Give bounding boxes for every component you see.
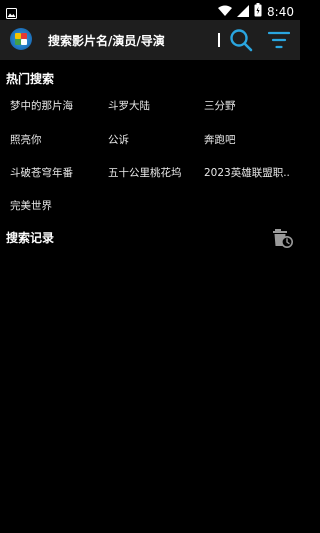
wifi-icon <box>218 2 233 21</box>
trash-clock-icon[interactable] <box>272 227 294 249</box>
hot-search-item[interactable]: 梦中的那片海 <box>10 98 100 113</box>
hot-search-item[interactable]: 斗破苍穹年番 <box>10 165 100 180</box>
hot-search-title: 热门搜索 <box>6 72 55 86</box>
status-bar: 8:40 <box>0 0 300 20</box>
app-logo[interactable] <box>10 28 32 50</box>
hot-search-item[interactable]: 照亮你 <box>10 132 100 147</box>
filter-icon[interactable] <box>267 30 291 50</box>
search-icon[interactable] <box>229 28 253 52</box>
hot-search-item[interactable]: 斗罗大陆 <box>108 98 198 113</box>
signal-icon <box>237 2 250 21</box>
hot-search-item[interactable]: 公诉 <box>108 132 198 147</box>
search-history-title: 搜索记录 <box>6 231 55 245</box>
hot-search-item[interactable]: 完美世界 <box>10 198 100 213</box>
search-input[interactable]: 搜索影片名/演员/导演 <box>48 32 165 49</box>
status-time: 8:40 <box>267 4 294 19</box>
hot-search-item[interactable]: 三分野 <box>204 98 294 113</box>
hot-search-item[interactable]: 2023英雄联盟职.. <box>204 165 294 180</box>
search-header: 搜索影片名/演员/导演 <box>0 20 300 60</box>
hot-search-item[interactable]: 五十公里桃花坞 <box>108 165 198 180</box>
text-cursor <box>218 33 220 47</box>
battery-icon <box>254 2 262 21</box>
hot-search-item[interactable]: 奔跑吧 <box>204 132 294 147</box>
